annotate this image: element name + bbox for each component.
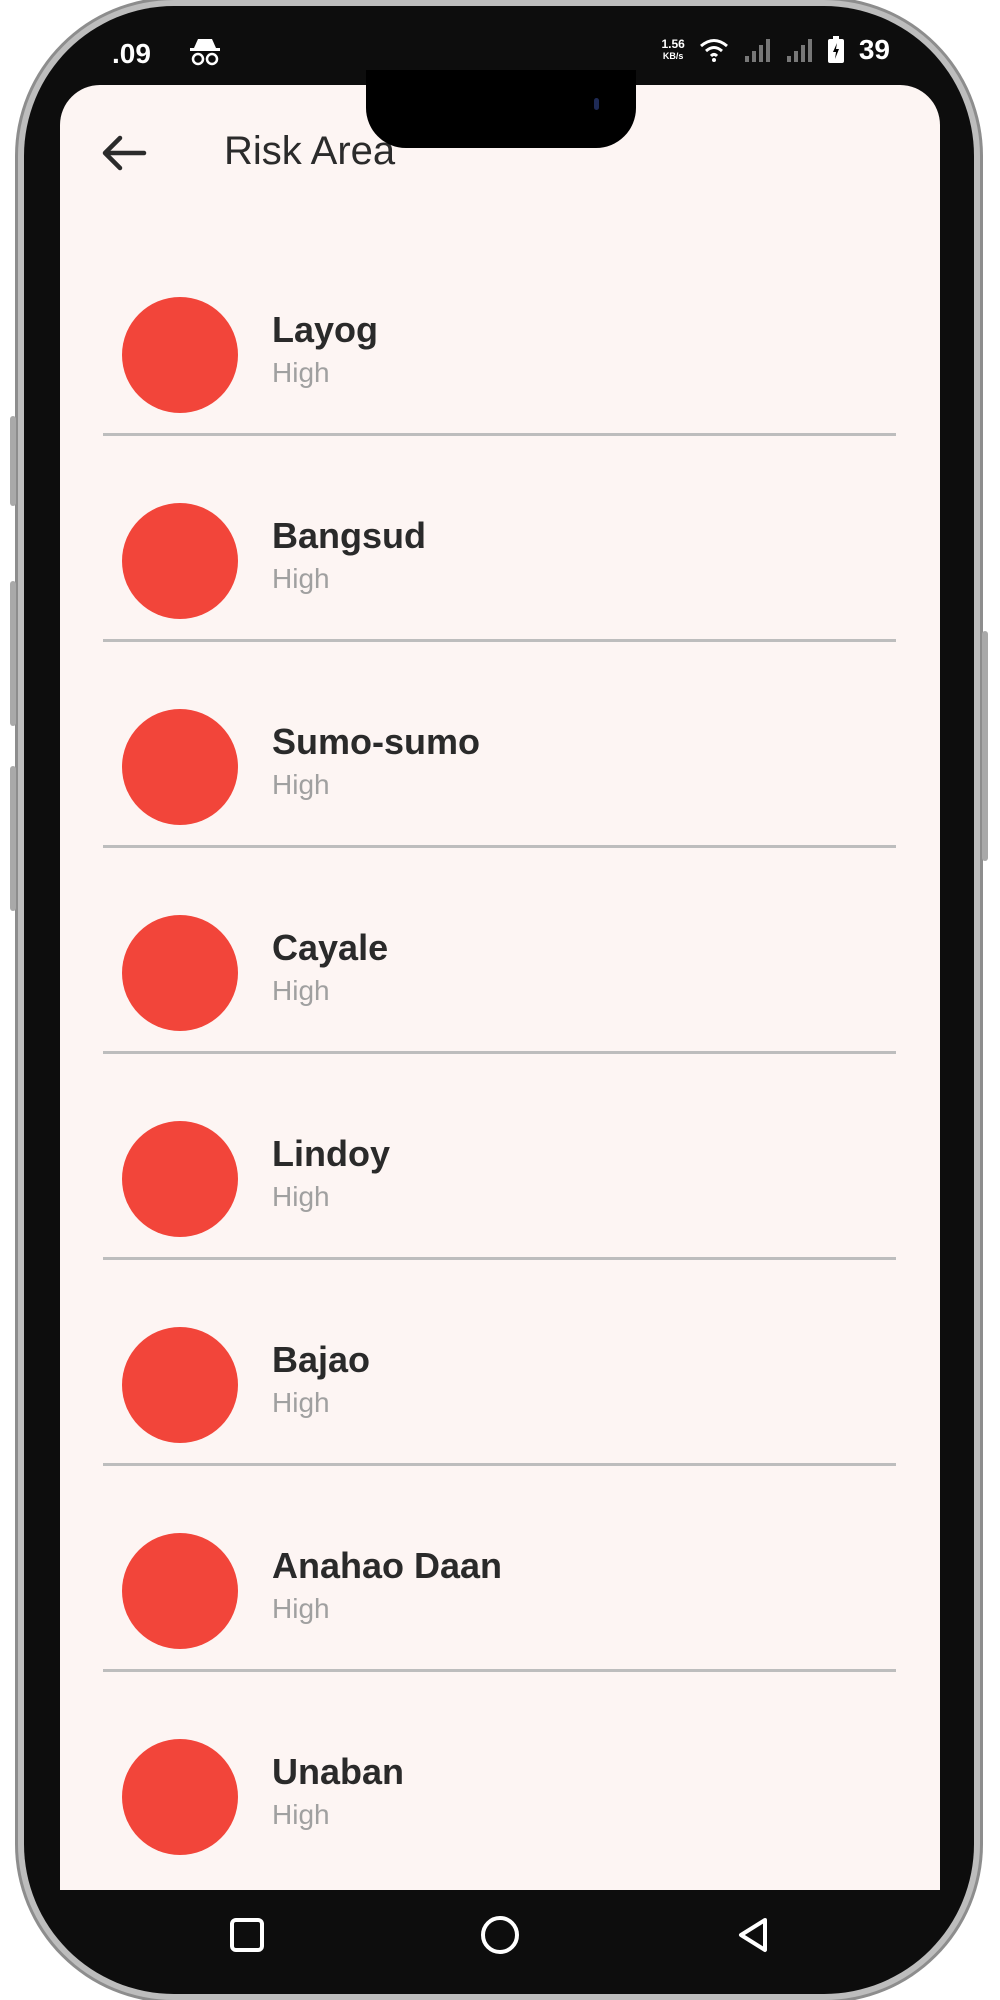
area-name: Bangsud xyxy=(272,515,427,556)
system-nav-bar xyxy=(60,1890,940,1980)
square-recents-icon[interactable] xyxy=(217,1905,277,1965)
list-item[interactable]: Sumo-sumo High xyxy=(60,697,940,903)
signal-icon xyxy=(744,39,770,62)
side-button xyxy=(10,766,16,911)
divider xyxy=(103,845,896,848)
area-name: Unaban xyxy=(272,1751,405,1792)
side-button xyxy=(10,581,16,726)
divider xyxy=(103,1463,896,1466)
list-item[interactable]: Bajao High xyxy=(60,1315,940,1521)
square-recents-glyph xyxy=(229,1918,264,1952)
divider xyxy=(103,433,896,436)
status-time: .09 xyxy=(112,38,151,69)
triangle-back-icon[interactable] xyxy=(723,1905,783,1965)
battery-percent: 39 xyxy=(858,34,890,65)
risk-level: High xyxy=(272,563,330,594)
risk-level: High xyxy=(272,975,330,1006)
risk-level: High xyxy=(272,1593,330,1624)
side-button xyxy=(982,631,988,861)
risk-area-list: Layog High Bangsud High Sumo-sumo High C… xyxy=(60,285,940,1890)
divider xyxy=(103,639,896,642)
list-item[interactable]: Anahao Daan High xyxy=(60,1521,940,1727)
area-name: Lindoy xyxy=(272,1133,390,1174)
net-speed: 1.56 KB/s xyxy=(661,38,684,62)
risk-indicator xyxy=(122,503,238,619)
triangle-back-glyph xyxy=(739,1918,768,1952)
list-item[interactable]: Cayale High xyxy=(60,903,940,1109)
circle-home-glyph xyxy=(480,1916,519,1954)
area-name: Bajao xyxy=(272,1339,371,1380)
risk-indicator xyxy=(122,1533,238,1649)
net-speed-value: 1.56 xyxy=(661,37,685,51)
risk-level: High xyxy=(272,357,330,388)
list-item[interactable]: Bangsud High xyxy=(60,491,940,697)
side-button xyxy=(10,416,16,506)
camera-notch xyxy=(366,70,636,148)
risk-level: High xyxy=(272,1799,330,1830)
page-title: Risk Area xyxy=(224,129,396,173)
battery-icon xyxy=(827,36,844,63)
area-name: Sumo-sumo xyxy=(272,721,481,762)
app-screen: Risk Area Layog High Bangsud High Sumo-s… xyxy=(60,85,940,1890)
area-name: Layog xyxy=(272,309,379,350)
risk-indicator xyxy=(122,1739,238,1855)
risk-indicator xyxy=(122,297,238,413)
incognito-icon xyxy=(190,39,220,66)
status-right-group: 1.56 KB/s 39 xyxy=(661,34,890,66)
net-speed-unit: KB/s xyxy=(662,51,684,61)
risk-level: High xyxy=(272,1387,330,1418)
arrow-left-icon[interactable] xyxy=(96,125,152,181)
signal-icon xyxy=(786,39,812,62)
risk-indicator xyxy=(122,915,238,1031)
risk-level: High xyxy=(272,1181,330,1212)
risk-indicator xyxy=(122,709,238,825)
divider xyxy=(103,1257,896,1260)
risk-level: High xyxy=(272,769,330,800)
risk-indicator xyxy=(122,1121,238,1237)
list-item[interactable]: Lindoy High xyxy=(60,1109,940,1315)
camera-dot xyxy=(594,98,599,110)
wifi-icon xyxy=(699,39,728,62)
circle-home-icon[interactable] xyxy=(470,1905,530,1965)
list-item[interactable]: Layog High xyxy=(60,285,940,491)
risk-indicator xyxy=(122,1327,238,1443)
divider xyxy=(103,1669,896,1672)
divider xyxy=(103,1051,896,1054)
area-name: Cayale xyxy=(272,927,389,968)
list-item[interactable]: Unaban High xyxy=(60,1727,940,1890)
area-name: Anahao Daan xyxy=(272,1545,503,1586)
